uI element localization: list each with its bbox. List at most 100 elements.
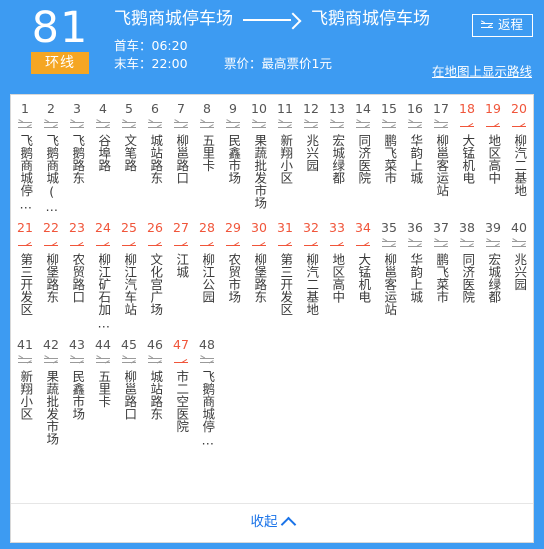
route-number: 81	[31, 3, 89, 53]
station-item[interactable]: 24 柳江矿石加…	[90, 220, 116, 337]
station-item[interactable]: 8 五里卡	[194, 101, 220, 220]
station-number: 46	[147, 336, 163, 352]
two-way-arrow-icon	[379, 238, 399, 252]
station-name: 文笔路	[122, 134, 138, 172]
one-way-arrow-icon	[17, 238, 35, 252]
bus-route-panel: 81 环线 飞鹅商城停车场 飞鹅商城停车场 首车：06:20 末车：22:00 …	[0, 0, 544, 549]
station-number: 40	[511, 220, 527, 235]
station-item[interactable]: 25 柳江汽车站	[116, 220, 142, 337]
two-way-arrow-icon	[405, 238, 425, 252]
station-item[interactable]: 1 飞鹅商城停…	[12, 101, 38, 220]
collapse-button[interactable]: 收起	[11, 503, 533, 542]
station-number: 43	[69, 336, 85, 352]
station-item[interactable]: 3 飞鹅路东	[64, 101, 90, 220]
route-badge-column: 81 环线	[10, 6, 110, 74]
station-item[interactable]: 30 柳堡路东	[246, 220, 272, 337]
station-item[interactable]: 23 农贸路口	[64, 220, 90, 337]
station-name: 飞鹅商城停…	[200, 369, 216, 448]
station-item[interactable]: 29 农贸市场	[220, 220, 246, 337]
station-number: 1	[21, 101, 29, 116]
station-number: 45	[121, 336, 137, 352]
station-item[interactable]: 48 飞鹅商城停…	[194, 337, 220, 454]
station-item[interactable]: 7 柳邕路口	[168, 101, 194, 220]
station-name: 华韵上城	[408, 253, 424, 303]
station-number: 33	[329, 220, 345, 235]
station-number: 3	[73, 101, 81, 116]
station-item[interactable]: 17 柳邕客运站	[428, 101, 454, 220]
two-way-arrow-icon	[15, 119, 35, 133]
station-item[interactable]: 16 华韵上城	[402, 101, 428, 220]
show-route-on-map-link[interactable]: 在地图上显示路线	[432, 61, 532, 80]
two-way-arrow-icon	[93, 354, 113, 368]
station-item[interactable]: 11 新翔小区	[272, 101, 298, 220]
station-item[interactable]: 21 第三开发区	[12, 220, 38, 337]
station-item[interactable]: 22 柳堡路东	[38, 220, 64, 337]
station-item[interactable]: 20 柳汽二基地	[506, 101, 532, 220]
station-name: 柳邕客运站	[382, 253, 398, 316]
two-way-arrow-icon	[41, 354, 61, 368]
station-number: 36	[407, 220, 423, 235]
station-item[interactable]: 19 地区高中	[480, 101, 506, 220]
station-item[interactable]: 28 柳江公园	[194, 220, 220, 337]
station-number: 14	[355, 101, 371, 116]
station-item[interactable]: 33 地区高中	[324, 220, 350, 337]
station-item[interactable]: 2 飞鹅商城(…	[38, 101, 64, 220]
station-item[interactable]: 46 城站路东	[142, 337, 168, 454]
station-item[interactable]: 38 同济医院	[454, 220, 480, 337]
station-number: 5	[125, 101, 133, 116]
station-name: 果蔬批发市场	[252, 134, 268, 209]
station-item[interactable]: 37 鹏飞菜市	[428, 220, 454, 337]
station-item[interactable]: 18 大锰机电	[454, 101, 480, 220]
station-number: 9	[229, 101, 237, 116]
two-way-arrow-icon	[15, 354, 35, 368]
station-item[interactable]: 41 新翔小区	[12, 337, 38, 454]
station-item[interactable]: 44 五里卡	[90, 337, 116, 454]
route-header: 81 环线 飞鹅商城停车场 飞鹅商城停车场 首车：06:20 末车：22:00 …	[0, 0, 544, 94]
two-way-arrow-icon	[119, 354, 139, 368]
station-name: 新翔小区	[18, 369, 34, 420]
station-name: 新翔小区	[278, 134, 294, 184]
station-item[interactable]: 47 市二空医院	[168, 337, 194, 454]
station-item[interactable]: 26 文化宫广场	[142, 220, 168, 337]
station-item[interactable]: 45 柳邕路口	[116, 337, 142, 454]
station-name: 城站路东	[148, 134, 164, 184]
one-way-arrow-icon	[43, 238, 61, 252]
station-name: 同济医院	[460, 253, 476, 303]
station-item[interactable]: 27 江城	[168, 220, 194, 337]
collapse-label: 收起	[250, 514, 278, 530]
station-item[interactable]: 5 文笔路	[116, 101, 142, 220]
swap-icon	[479, 20, 495, 31]
station-item[interactable]: 15 鹏飞菜市	[376, 101, 402, 220]
one-way-arrow-icon	[199, 238, 217, 252]
station-number: 16	[407, 101, 423, 116]
station-name: 柳江公园	[200, 253, 216, 303]
station-item[interactable]: 9 民鑫市场	[220, 101, 246, 220]
station-item[interactable]: 31 第三开发区	[272, 220, 298, 337]
station-item[interactable]: 32 柳汽二基地	[298, 220, 324, 337]
station-item[interactable]: 10 果蔬批发市场	[246, 101, 272, 220]
station-item[interactable]: 13 宏城绿都	[324, 101, 350, 220]
station-item[interactable]: 40 兆兴园	[506, 220, 532, 337]
two-way-arrow-icon	[457, 238, 477, 252]
one-way-arrow-icon	[173, 238, 191, 252]
station-item[interactable]: 42 果蔬批发市场	[38, 337, 64, 454]
two-way-arrow-icon	[67, 119, 87, 133]
route-origin: 飞鹅商城停车场	[114, 9, 233, 29]
station-item[interactable]: 14 同济医院	[350, 101, 376, 220]
station-item[interactable]: 6 城站路东	[142, 101, 168, 220]
two-way-arrow-icon	[41, 119, 61, 133]
two-way-arrow-icon	[405, 119, 425, 133]
station-item[interactable]: 12 兆兴园	[298, 101, 324, 220]
station-number: 38	[459, 220, 475, 235]
station-item[interactable]: 35 柳邕客运站	[376, 220, 402, 337]
station-item[interactable]: 34 大锰机电	[350, 220, 376, 337]
return-trip-button[interactable]: 返程	[471, 14, 533, 37]
station-name: 柳汽二基地	[304, 253, 320, 316]
station-item[interactable]: 39 宏城绿都	[480, 220, 506, 337]
station-name: 柳汽二基地	[512, 134, 528, 197]
station-name: 宏城绿都	[330, 134, 346, 184]
one-way-arrow-icon	[459, 119, 477, 133]
station-item[interactable]: 43 民鑫市场	[64, 337, 90, 454]
station-item[interactable]: 36 华韵上城	[402, 220, 428, 337]
station-item[interactable]: 4 谷埠路	[90, 101, 116, 220]
